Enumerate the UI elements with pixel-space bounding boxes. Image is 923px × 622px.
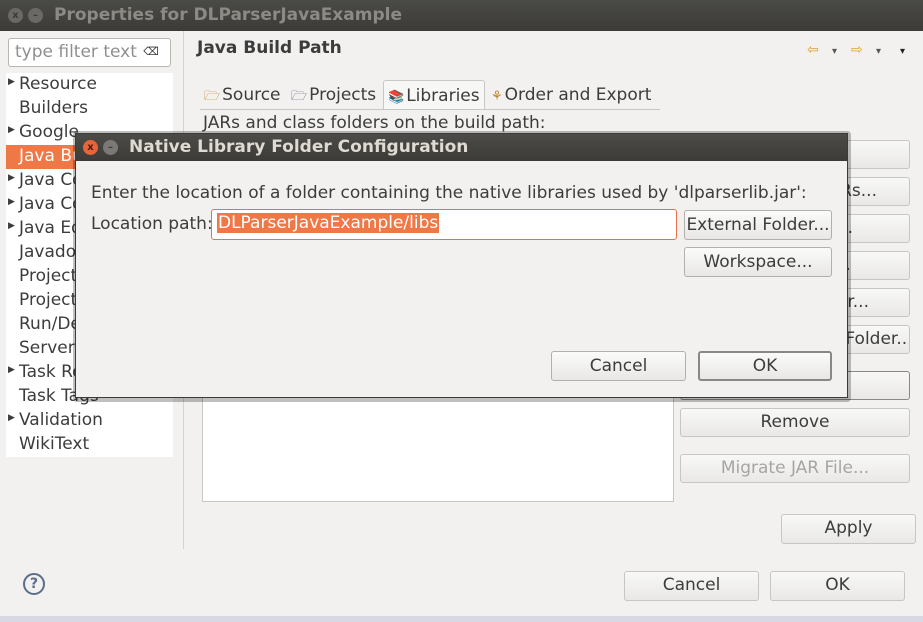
tab-label: Order and Export <box>504 85 652 105</box>
window-titlebar: x – Properties for DLParserJavaExample <box>0 0 923 31</box>
dialog-cancel-button[interactable]: Cancel <box>551 351 686 381</box>
tab-projects[interactable]: 🗁 Projects <box>287 80 380 110</box>
view-menu-chevron-icon[interactable]: ▾ <box>900 46 905 57</box>
tree-item-resource[interactable]: ▶ Resource <box>6 73 173 97</box>
native-library-dialog: x – Native Library Folder Configuration … <box>75 133 848 398</box>
jars-label: JARs and class folders on the build path… <box>203 113 546 133</box>
dialog-message: Enter the location of a folder containin… <box>91 183 807 203</box>
page-title: Java Build Path <box>197 38 342 58</box>
tab-libraries[interactable]: 📚 Libraries <box>383 80 485 110</box>
workspace-button[interactable]: Workspace... <box>684 247 832 277</box>
expand-arrow-icon[interactable]: ▶ <box>8 77 15 87</box>
expand-arrow-icon[interactable]: ▶ <box>8 221 15 231</box>
tree-item-wikitext[interactable]: WikiText <box>6 433 173 457</box>
forward-arrow-icon[interactable]: ⇨ <box>851 42 863 58</box>
clear-filter-icon[interactable]: ⌫ <box>143 45 159 59</box>
expand-arrow-icon[interactable]: ▶ <box>8 365 15 375</box>
libraries-icon: 📚 <box>388 90 405 105</box>
ok-button[interactable]: OK <box>770 571 905 601</box>
window-close-button[interactable]: x <box>8 8 23 23</box>
dialog-ok-button[interactable]: OK <box>698 351 832 381</box>
window-title: Properties for DLParserJavaExample <box>54 5 402 25</box>
tab-label: Projects <box>309 85 377 105</box>
expand-arrow-icon[interactable]: ▶ <box>8 413 15 423</box>
dialog-titlebar: x – Native Library Folder Configuration <box>76 134 847 161</box>
tree-item-label: Validation <box>19 410 103 430</box>
tab-label: Libraries <box>406 86 480 106</box>
location-path-input[interactable]: DLParserJavaExample/libs <box>211 209 677 240</box>
apply-button[interactable]: Apply <box>781 514 916 544</box>
migrate-jar-button[interactable]: Migrate JAR File... <box>680 454 910 483</box>
dialog-close-button[interactable]: x <box>83 140 98 155</box>
tab-label: Source <box>222 85 281 105</box>
expand-arrow-icon[interactable]: ▶ <box>8 197 15 207</box>
location-path-value: DLParserJavaExample/libs <box>217 213 440 233</box>
tree-item-label: Google <box>19 122 79 142</box>
tree-item-label: Builders <box>19 98 88 118</box>
back-menu-chevron-icon[interactable]: ▾ <box>832 46 837 57</box>
tree-item-builders[interactable]: Builders <box>6 97 173 121</box>
tree-item-label: Resource <box>19 74 97 94</box>
order-export-icon: ⚘ <box>491 89 503 104</box>
expand-arrow-icon[interactable]: ▶ <box>8 125 15 135</box>
window-minimize-button[interactable]: – <box>28 8 43 23</box>
help-icon[interactable]: ? <box>23 573 45 595</box>
location-path-label: Location path: <box>91 214 213 234</box>
tree-item-label: WikiText <box>19 434 90 454</box>
back-arrow-icon[interactable]: ⇦ <box>807 42 819 58</box>
background-window-strip <box>0 616 923 622</box>
dialog-minimize-button[interactable]: – <box>103 140 118 155</box>
dialog-title: Native Library Folder Configuration <box>129 137 469 157</box>
tree-item-validation[interactable]: ▶ Validation <box>6 409 173 433</box>
tree-item-label: Server <box>19 338 75 358</box>
tab-divider <box>200 109 660 110</box>
expand-arrow-icon[interactable]: ▶ <box>8 173 15 183</box>
source-folder-icon: 🗁 <box>204 89 221 104</box>
projects-icon: 🗁 <box>291 89 308 104</box>
tab-source[interactable]: 🗁 Source <box>200 80 285 110</box>
remove-button[interactable]: Remove <box>680 408 910 437</box>
tab-order-and-export[interactable]: ⚘ Order and Export <box>487 80 655 110</box>
forward-menu-chevron-icon[interactable]: ▾ <box>876 46 881 57</box>
external-folder-button[interactable]: External Folder... <box>684 210 832 240</box>
cancel-button[interactable]: Cancel <box>624 571 759 601</box>
